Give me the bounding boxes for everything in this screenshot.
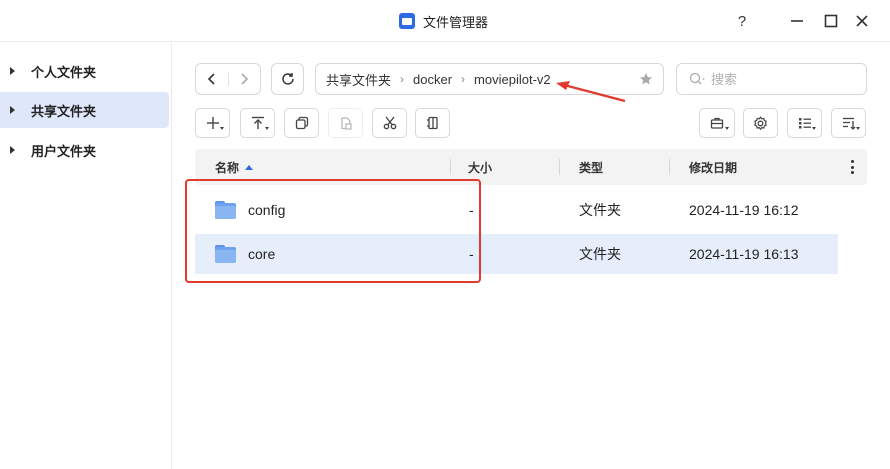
window-title: 文件管理器 <box>423 14 489 30</box>
close-icon <box>856 15 868 27</box>
folder-icon <box>215 201 236 219</box>
view-mode-button[interactable] <box>787 108 822 138</box>
star-icon[interactable] <box>639 72 653 86</box>
chevron-down-icon <box>725 127 729 130</box>
column-header-label: 类型 <box>579 160 604 175</box>
upload-icon <box>251 116 264 129</box>
breadcrumb-separator-icon: › <box>400 72 405 86</box>
refresh-icon <box>281 73 294 85</box>
sidebar-item-shared[interactable]: 共享文件夹 <box>0 92 169 128</box>
back-button[interactable] <box>196 64 228 94</box>
column-resize-handle[interactable] <box>450 159 451 175</box>
folder-icon <box>215 245 236 263</box>
column-header-type[interactable]: 类型 <box>579 149 603 185</box>
file-type: 文件夹 <box>579 202 621 218</box>
chevron-down-icon <box>220 127 224 130</box>
file-size: - <box>469 246 474 262</box>
minimize-button[interactable] <box>787 11 807 31</box>
file-name-cell: config <box>215 190 285 230</box>
sort-icon <box>842 117 855 130</box>
sidebar-item-users[interactable]: 用户文件夹 <box>0 132 169 168</box>
breadcrumb-item-current[interactable]: moviepilot-v2 <box>474 72 551 87</box>
column-header-label: 修改日期 <box>689 160 738 175</box>
table-row[interactable]: core - 文件夹 2024-11-19 16:13 <box>195 234 838 274</box>
file-manager-window: 文件管理器 ? 个人文件夹 共享文件夹 用户文件夹 共享文件夹 › docker… <box>0 0 890 469</box>
table-row[interactable]: config - 文件夹 2024-11-19 16:12 <box>195 190 838 230</box>
maximize-button[interactable] <box>821 11 841 31</box>
minimize-icon <box>791 20 803 22</box>
chevron-down-icon <box>265 127 269 130</box>
file-modified: 2024-11-19 16:13 <box>689 246 799 262</box>
list-view-icon <box>798 118 811 129</box>
breadcrumb-separator-icon: › <box>461 72 466 86</box>
window-title-group: 文件管理器 <box>399 11 488 31</box>
paste-button[interactable] <box>328 108 363 138</box>
column-header-label: 大小 <box>468 160 493 175</box>
tools-button[interactable] <box>699 108 735 138</box>
chevron-right-icon <box>241 73 249 85</box>
file-modified: 2024-11-19 16:12 <box>689 202 799 218</box>
column-header-name[interactable]: 名称 <box>215 149 254 185</box>
refresh-button[interactable] <box>271 63 304 95</box>
upload-button[interactable] <box>240 108 275 138</box>
chevron-down-icon <box>812 127 816 130</box>
navigation-group <box>195 63 261 95</box>
file-name: config <box>248 202 286 218</box>
search-input[interactable] <box>711 71 841 87</box>
gear-icon <box>754 115 767 130</box>
breadcrumb: 共享文件夹 › docker › moviepilot-v2 <box>315 63 664 95</box>
sidebar-item-label: 用户文件夹 <box>31 143 97 159</box>
table-header: 名称 大小 类型 修改日期 <box>195 149 867 185</box>
sidebar: 个人文件夹 共享文件夹 用户文件夹 <box>0 43 172 469</box>
search-icon <box>689 72 705 85</box>
sort-button[interactable] <box>831 108 866 138</box>
help-icon: ? <box>737 12 747 30</box>
sidebar-item-label: 共享文件夹 <box>31 103 97 119</box>
paste-icon <box>340 117 352 130</box>
copy-button[interactable] <box>284 108 319 138</box>
toolbox-icon <box>710 117 724 129</box>
close-button[interactable] <box>852 11 872 31</box>
cut-button[interactable] <box>372 108 407 138</box>
maximize-icon <box>824 14 838 28</box>
title-bar: 文件管理器 ? <box>0 0 890 42</box>
file-size: - <box>469 202 474 218</box>
sidebar-item-personal[interactable]: 个人文件夹 <box>0 53 169 89</box>
breadcrumb-item[interactable]: 共享文件夹 <box>326 70 391 89</box>
sidebar-item-label: 个人文件夹 <box>31 64 97 80</box>
column-header-modified[interactable]: 修改日期 <box>689 149 737 185</box>
column-header-size[interactable]: 大小 <box>468 149 492 185</box>
search-box[interactable] <box>676 63 867 95</box>
file-name-cell: core <box>215 234 275 274</box>
chevron-down-icon <box>856 127 860 130</box>
sort-ascending-icon <box>245 164 254 170</box>
archive-icon <box>426 116 438 130</box>
breadcrumb-item[interactable]: docker <box>413 72 452 87</box>
file-manager-icon <box>399 13 415 29</box>
column-resize-handle[interactable] <box>669 159 670 175</box>
compress-button[interactable] <box>415 108 450 138</box>
expand-arrow-icon[interactable] <box>10 106 15 114</box>
chevron-left-icon <box>207 73 215 85</box>
copy-icon <box>295 116 308 130</box>
new-button[interactable] <box>195 108 230 138</box>
column-resize-handle[interactable] <box>559 159 560 175</box>
settings-button[interactable] <box>743 108 778 138</box>
file-type: 文件夹 <box>579 246 621 262</box>
help-button[interactable]: ? <box>732 11 752 31</box>
plus-icon <box>206 117 219 129</box>
file-name: core <box>248 246 276 262</box>
more-options-icon[interactable] <box>847 159 857 175</box>
expand-arrow-icon[interactable] <box>10 146 15 154</box>
column-header-label: 名称 <box>215 160 240 175</box>
forward-button[interactable] <box>229 64 261 94</box>
expand-arrow-icon[interactable] <box>10 67 15 75</box>
scissors-icon <box>383 116 396 130</box>
